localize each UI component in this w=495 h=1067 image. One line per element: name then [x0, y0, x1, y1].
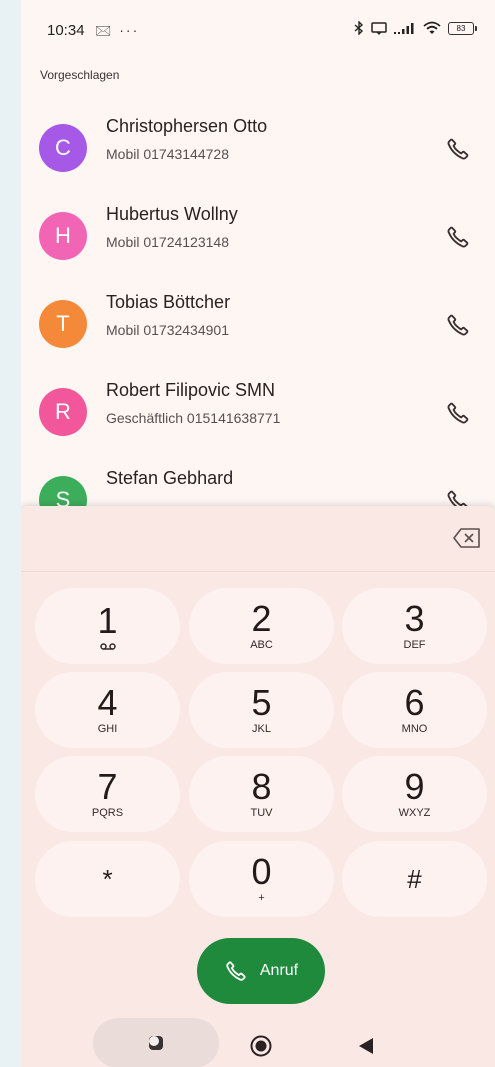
contact-number: Mobil 01732434901	[106, 322, 229, 338]
contact-name: Stefan Gebhard	[106, 468, 234, 488]
key-digit: 8	[251, 766, 272, 807]
contact-name: Robert Filipovic SMN	[106, 380, 276, 400]
key-digit: 2	[251, 598, 272, 639]
recents-button[interactable]	[93, 1018, 219, 1067]
avatar: R	[39, 388, 87, 436]
recents-icon	[149, 1036, 163, 1050]
key-digit: 4	[97, 682, 118, 723]
dialed-number-field[interactable]	[21, 506, 495, 572]
dialpad-key-1[interactable]: 1	[35, 588, 180, 664]
dialpad-key-3[interactable]: 3 DEF	[342, 588, 487, 664]
avatar: T	[39, 300, 87, 348]
dialpad-key-4[interactable]: 4 GHI	[35, 672, 180, 748]
dialpad-key-5[interactable]: 5 JKL	[189, 672, 334, 748]
key-digit: #	[407, 864, 422, 894]
key-letters: WXYZ	[398, 807, 431, 819]
back-icon[interactable]	[357, 1036, 375, 1056]
key-digit: 5	[251, 682, 272, 723]
status-time: 10:34	[47, 22, 85, 39]
navigation-bar	[21, 1010, 495, 1067]
backspace-icon[interactable]	[453, 527, 481, 549]
contact-number: Mobil 01724123148	[106, 234, 229, 250]
home-icon[interactable]	[249, 1034, 273, 1058]
dialpad-key-8[interactable]: 8 TUV	[189, 756, 334, 832]
contact-row[interactable]: T Tobias Böttcher Mobil 01732434901	[21, 292, 495, 388]
dialpad-sheet: 1 2 ABC 3 DEF 4 GHI 5 JKL 6 MNO 7 PQRS 8…	[21, 506, 495, 1067]
contact-name: Hubertus Wollny	[106, 204, 238, 224]
key-letters: TUV	[250, 807, 273, 819]
phone-icon[interactable]	[445, 400, 471, 426]
dialpad-key-2[interactable]: 2 ABC	[189, 588, 334, 664]
key-digit: *	[102, 864, 113, 894]
avatar: H	[39, 212, 87, 260]
contact-name: Tobias Böttcher	[106, 292, 231, 312]
contact-row[interactable]: H Hubertus Wollny Mobil 01724123148	[21, 204, 495, 300]
contact-name: Christophersen Otto	[106, 116, 268, 136]
dialpad-key-hash[interactable]: #	[342, 841, 487, 917]
contact-row[interactable]: R Robert Filipovic SMN Geschäftlich 0151…	[21, 380, 495, 476]
key-digit: 6	[404, 682, 425, 723]
call-button[interactable]: Anruf	[197, 938, 325, 1004]
signal-icon	[394, 22, 414, 34]
contact-number: Geschäftlich 015141638771	[106, 410, 281, 426]
dialpad-key-7[interactable]: 7 PQRS	[35, 756, 180, 832]
status-right-icons: 83	[354, 21, 477, 35]
wifi-icon	[423, 21, 441, 34]
dialpad-key-6[interactable]: 6 MNO	[342, 672, 487, 748]
phone-icon	[226, 961, 246, 981]
key-letters: ABC	[250, 639, 273, 651]
dialpad-key-0[interactable]: 0 +	[189, 841, 334, 917]
dialpad-key-star[interactable]: *	[35, 841, 180, 917]
voicemail-icon	[99, 642, 116, 650]
key-letters: JKL	[252, 723, 271, 735]
status-bar: 10:34 🖂 ··· 83	[21, 0, 495, 62]
key-letters: +	[258, 892, 265, 904]
contact-number: Mobil 01743144728	[106, 146, 229, 162]
key-letters: MNO	[401, 723, 428, 735]
key-digit: 7	[97, 766, 118, 807]
key-digit: 0	[251, 851, 272, 892]
contact-row[interactable]: C Christophersen Otto Mobil 01743144728	[21, 116, 495, 212]
phone-icon[interactable]	[445, 136, 471, 162]
battery-level: 83	[448, 21, 474, 35]
key-letters: PQRS	[91, 807, 124, 819]
avatar: C	[39, 124, 87, 172]
key-letters: GHI	[97, 723, 118, 735]
key-digit: 3	[404, 598, 425, 639]
key-digit: 9	[404, 766, 425, 807]
notification-icons: 🖂 ···	[95, 22, 140, 38]
call-button-label: Anruf	[259, 962, 299, 979]
key-letters: DEF	[403, 639, 426, 651]
section-label-suggested: Vorgeschlagen	[40, 68, 120, 82]
bluetooth-icon	[354, 21, 364, 35]
key-digit: 1	[97, 599, 118, 641]
phone-icon[interactable]	[445, 312, 471, 338]
phone-screen: 10:34 🖂 ··· 83 Vorgeschlagen C Christoph…	[21, 0, 495, 1067]
cast-icon	[371, 21, 387, 35]
phone-icon[interactable]	[445, 224, 471, 250]
dialpad-key-9[interactable]: 9 WXYZ	[342, 756, 487, 832]
battery-icon: 83	[448, 21, 477, 35]
